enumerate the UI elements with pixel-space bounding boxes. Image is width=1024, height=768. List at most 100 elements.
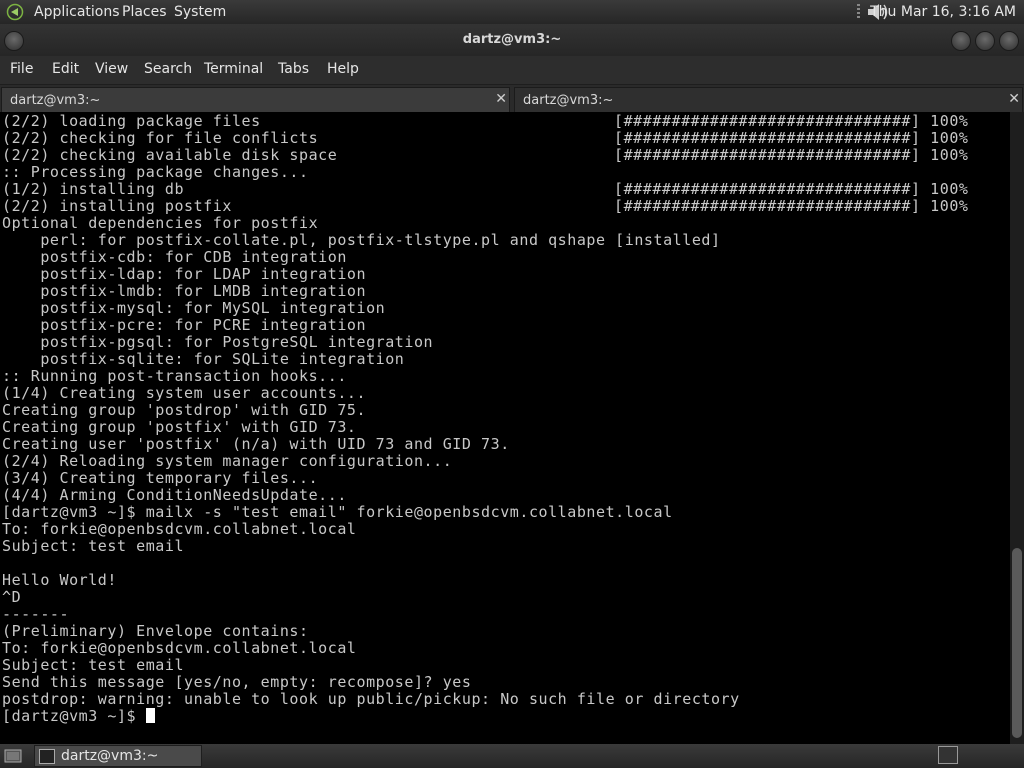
terminal-line: (2/2) checking available disk space [####… — [2, 146, 968, 164]
top-panel: Applications Places System Thu Mar 16, 3… — [0, 0, 1024, 24]
tab-bar: dartz@vm3:~ ✕ dartz@vm3:~ ✕ — [0, 84, 1024, 113]
bottom-panel: dartz@vm3:~ — [0, 744, 1024, 768]
terminal-line-text: (1/4) Creating system user accounts... — [2, 384, 367, 402]
terminal-line-text: postfix-cdb: for CDB integration — [2, 248, 347, 266]
window-titlebar[interactable]: dartz@vm3:~ — [0, 24, 1024, 56]
places-menu[interactable]: Places — [122, 4, 167, 20]
terminal-line-text: postfix-ldap: for LDAP integration — [2, 265, 367, 283]
terminal-line: Optional dependencies for postfix — [2, 215, 740, 232]
terminal-line: (4/4) Arming ConditionNeedsUpdate... — [2, 487, 740, 504]
applications-menu[interactable]: Applications — [34, 4, 120, 20]
terminal-line-text: (2/2) installing postfix — [2, 197, 232, 215]
terminal-line: (1/2) installing db [####################… — [2, 180, 968, 198]
terminal-icon — [39, 749, 55, 764]
terminal-line-text: (2/2) checking for file conflicts — [2, 129, 319, 147]
terminal-line-text: Subject: test email — [2, 656, 185, 674]
terminal-line-text: postfix-lmdb: for LMDB integration — [2, 282, 367, 300]
terminal-line: Creating group 'postfix' with GID 73. — [2, 419, 740, 436]
close-window-button[interactable] — [999, 31, 1019, 51]
terminal-line: postfix-pgsql: for PostgreSQL integratio… — [2, 334, 740, 351]
terminal-line-text: (2/4) Reloading system manager configura… — [2, 452, 453, 470]
terminal-line-text: perl: for postfix-collate.pl, postfix-tl… — [2, 231, 721, 249]
terminal-line: postfix-sqlite: for SQLite integration — [2, 351, 740, 368]
terminal-line: Creating user 'postfix' (n/a) with UID 7… — [2, 436, 740, 453]
show-desktop-icon[interactable] — [4, 747, 22, 765]
terminal-line-text: (2/2) checking available disk space — [2, 146, 338, 164]
menu-file[interactable]: File — [10, 61, 33, 77]
terminal-line-text: postfix-mysql: for MySQL integration — [2, 299, 386, 317]
terminal-output[interactable]: (2/2) loading package files [############… — [0, 112, 1010, 744]
terminal-line: (2/4) Reloading system manager configura… — [2, 453, 740, 470]
close-tab-icon[interactable]: ✕ — [495, 91, 507, 107]
terminal-line: postfix-lmdb: for LMDB integration — [2, 283, 740, 300]
progress-indicator: [##############################] 100% — [614, 180, 969, 198]
menu-terminal[interactable]: Terminal — [204, 61, 263, 77]
terminal-line: postfix-mysql: for MySQL integration — [2, 300, 740, 317]
workspace-switcher[interactable] — [938, 746, 958, 764]
terminal-line: [dartz@vm3 ~]$ mailx -s "test email" for… — [2, 504, 740, 521]
terminal-line: (2/2) installing postfix [###############… — [2, 197, 968, 215]
terminal-line-text: (2/2) loading package files — [2, 112, 261, 130]
terminal-line-text: postfix-sqlite: for SQLite integration — [2, 350, 405, 368]
tab-label: dartz@vm3:~ — [523, 93, 614, 108]
terminal-line: Creating group 'postdrop' with GID 75. — [2, 402, 740, 419]
menu-help[interactable]: Help — [327, 61, 359, 77]
terminal-line-text: To: forkie@openbsdcvm.collabnet.local — [2, 639, 357, 657]
terminal-line-text: postdrop: warning: unable to look up pub… — [2, 690, 740, 708]
terminal-line-text: Creating user 'postfix' (n/a) with UID 7… — [2, 435, 510, 453]
tab-1[interactable]: dartz@vm3:~ ✕ — [1, 87, 510, 113]
text-cursor — [145, 708, 155, 723]
terminal-line: Subject: test email — [2, 538, 740, 555]
terminal-line-text: ------- — [2, 605, 70, 623]
terminal-lines: (2/2) loading package files [############… — [2, 112, 968, 725]
terminal-line-text: [dartz@vm3 ~]$ mailx -s "test email" for… — [2, 503, 673, 521]
terminal-line-text: (1/2) installing db — [2, 180, 185, 198]
terminal-line: perl: for postfix-collate.pl, postfix-tl… — [2, 232, 740, 249]
menu-tabs[interactable]: Tabs — [278, 61, 309, 77]
terminal-line-text: To: forkie@openbsdcvm.collabnet.local — [2, 520, 357, 538]
maximize-button[interactable] — [975, 31, 995, 51]
menu-search[interactable]: Search — [144, 61, 192, 77]
terminal-line: (2/2) loading package files [############… — [2, 112, 968, 130]
window-title: dartz@vm3:~ — [462, 32, 562, 47]
close-tab-icon[interactable]: ✕ — [1008, 91, 1020, 107]
distro-logo-icon[interactable] — [6, 3, 24, 21]
terminal-line: postfix-ldap: for LDAP integration — [2, 266, 740, 283]
clock[interactable]: Thu Mar 16, 3:16 AM — [870, 4, 1016, 20]
terminal-line-text: Hello World! — [2, 571, 117, 589]
terminal-line: Hello World! — [2, 572, 740, 589]
terminal-line-text: postfix-pgsql: for PostgreSQL integratio… — [2, 333, 434, 351]
terminal-line: postfix-pcre: for PCRE integration — [2, 317, 740, 334]
taskbar-label: dartz@vm3:~ — [61, 748, 159, 764]
terminal-line-text: Creating group 'postfix' with GID 73. — [2, 418, 357, 436]
terminal-line: (2/2) checking for file conflicts [######… — [2, 129, 968, 147]
terminal-line: (1/4) Creating system user accounts... — [2, 385, 740, 402]
terminal-line-text: postfix-pcre: for PCRE integration — [2, 316, 367, 334]
terminal-line-text: Send this message [yes/no, empty: recomp… — [2, 673, 472, 691]
system-menu[interactable]: System — [174, 4, 226, 20]
progress-indicator: [##############################] 100% — [614, 197, 969, 215]
terminal-line: Send this message [yes/no, empty: recomp… — [2, 674, 740, 691]
minimize-button[interactable] — [951, 31, 971, 51]
terminal-scrollbar[interactable] — [1010, 112, 1024, 744]
terminal-line: ^D — [2, 589, 740, 606]
terminal-line: postfix-cdb: for CDB integration — [2, 249, 740, 266]
tab-2[interactable]: dartz@vm3:~ ✕ — [514, 87, 1023, 113]
terminal-line-text: Subject: test email — [2, 537, 185, 555]
menu-edit[interactable]: Edit — [52, 61, 79, 77]
panel-grip-icon — [857, 4, 860, 18]
terminal-line: postdrop: warning: unable to look up pub… — [2, 691, 740, 708]
terminal-line-text: (Preliminary) Envelope contains: — [2, 622, 309, 640]
terminal-line: To: forkie@openbsdcvm.collabnet.local — [2, 640, 740, 657]
progress-indicator: [##############################] 100% — [614, 112, 969, 130]
terminal-line-text: (4/4) Arming ConditionNeedsUpdate... — [2, 486, 347, 504]
menubar: File Edit View Search Terminal Tabs Help — [0, 56, 1024, 84]
prompt-line[interactable]: [dartz@vm3 ~]$ — [2, 708, 740, 725]
menu-view[interactable]: View — [95, 61, 128, 77]
taskbar-terminal-button[interactable]: dartz@vm3:~ — [34, 745, 202, 767]
progress-indicator: [##############################] 100% — [614, 146, 969, 164]
terminal-line-text: Creating group 'postdrop' with GID 75. — [2, 401, 367, 419]
progress-indicator: [##############################] 100% — [614, 129, 969, 147]
scrollbar-thumb[interactable] — [1012, 548, 1022, 738]
